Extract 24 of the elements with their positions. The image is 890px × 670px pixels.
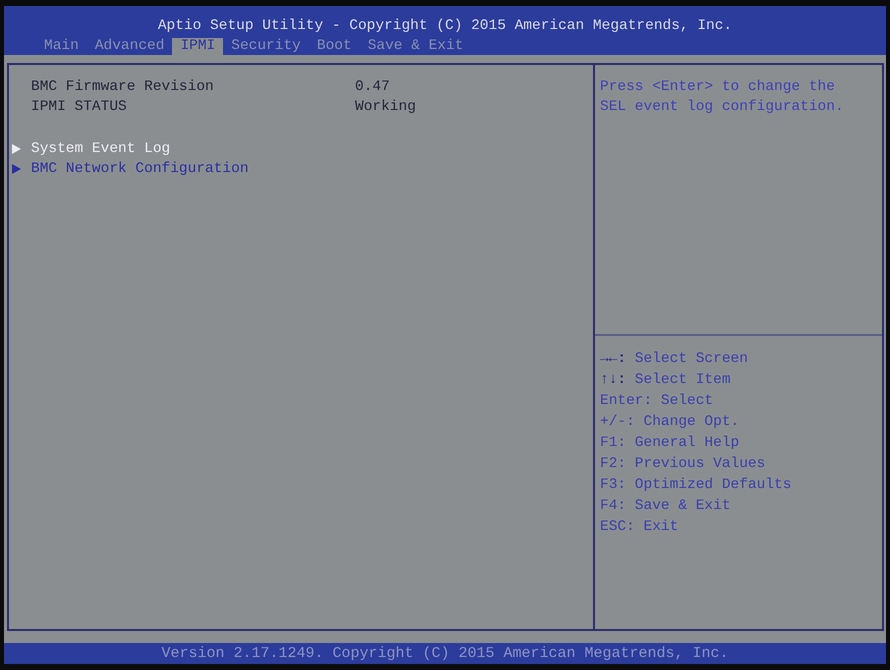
key-hint: F1: General Help — [600, 434, 740, 453]
menu-tab[interactable]: Save & Exit — [360, 38, 472, 55]
key-hint: →←: Select Screen — [600, 350, 749, 369]
key-hint: ESC: Exit — [600, 518, 680, 537]
menu-tab[interactable]: Main — [36, 38, 87, 55]
menu-tab[interactable]: IPMI — [172, 38, 224, 55]
key-hint: +/-: Change Opt. — [600, 413, 740, 432]
submenu-item[interactable]: System Event Log — [12, 139, 170, 159]
setting-value: 0.47 — [355, 78, 390, 97]
key-hint: F2: Previous Values — [600, 455, 766, 474]
menu-tab[interactable]: Advanced — [86, 38, 172, 55]
setting-label: IPMI STATUS — [31, 98, 128, 117]
menu-tab[interactable]: Boot — [308, 38, 360, 55]
key-hint: F4: Save & Exit — [600, 497, 732, 516]
key-hint: F3: Optimized Defaults — [600, 476, 792, 495]
submenu-item[interactable]: BMC Network Configuration — [12, 159, 249, 179]
setting-label: BMC Firmware Revision — [31, 78, 215, 97]
window-title: Aptio Setup Utility - Copyright (C) 2015 American Megatrends, Inc. — [156, 17, 734, 36]
status-text: Version 2.17.1249. Copyright (C) 2015 American Megatrends, Inc. — [161, 644, 729, 664]
menu-tab[interactable]: Security — [223, 38, 309, 55]
setting-value: Working — [355, 98, 416, 117]
help-text: Press <Enter> to change the SEL event log configuration. — [600, 78, 845, 117]
key-hint: Enter: Select — [600, 392, 714, 411]
key-hint: ↑↓: Select Item — [600, 371, 732, 390]
